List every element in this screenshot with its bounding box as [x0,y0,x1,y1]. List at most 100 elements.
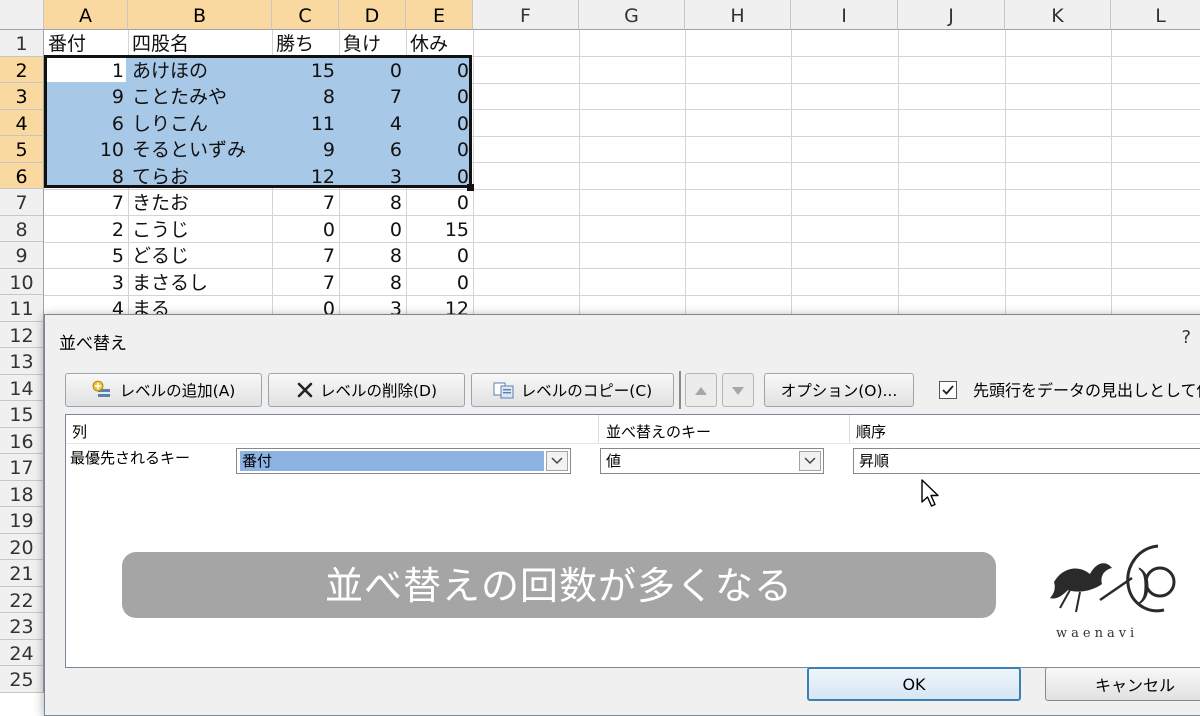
row-header-8[interactable]: 8 [0,215,44,242]
cell-c9[interactable]: 7 [272,242,339,269]
sort-on-select[interactable]: 値 [600,448,824,474]
logo-text: waenavi [1056,626,1139,641]
caption-text: 並べ替えの回数が多くなる [324,564,793,608]
cell-a7[interactable]: 7 [44,189,128,216]
column-header-f[interactable]: F [473,0,579,30]
column-header-e[interactable]: E [406,0,473,30]
row-header-12[interactable]: 12 [0,321,44,348]
row-header-7[interactable]: 7 [0,189,44,216]
column-header-i[interactable]: I [791,0,898,30]
delete-level-label: レベルの削除(D) [319,382,438,400]
row-header-17[interactable]: 17 [0,454,44,481]
row-header-16[interactable]: 16 [0,427,44,454]
row-header-18[interactable]: 18 [0,480,44,507]
header-row-checkbox[interactable] [939,381,957,399]
cell-b9[interactable]: どるじ [128,242,272,269]
row-header-19[interactable]: 19 [0,507,44,534]
cell-d7[interactable]: 8 [339,189,406,216]
cell-e1[interactable]: 休み [406,30,473,57]
cell-d11[interactable]: 3 [339,295,406,314]
row-header-25[interactable]: 25 [0,666,44,693]
cell-a8[interactable]: 2 [44,216,128,243]
cell-e9[interactable]: 0 [406,242,473,269]
row-header-15[interactable]: 15 [0,401,44,428]
row-header-22[interactable]: 22 [0,586,44,613]
column-header-d[interactable]: D [339,0,406,30]
column-header-h[interactable]: H [685,0,791,30]
cell-b8[interactable]: こうじ [128,216,272,243]
svg-text:): ) [1136,562,1152,608]
column-header-g[interactable]: G [579,0,685,30]
cell-b7[interactable]: きたお [128,189,272,216]
cell-c8[interactable]: 0 [272,216,339,243]
add-level-label: レベルの追加(A) [119,382,236,400]
delete-level-button[interactable]: レベルの削除(D) [268,373,465,407]
cell-a9[interactable]: 5 [44,242,128,269]
cancel-button[interactable]: キャンセル [1045,667,1200,701]
row-header-2[interactable]: 2 [0,56,44,83]
fill-handle[interactable] [467,184,474,191]
column-header-k[interactable]: K [1005,0,1111,30]
row-header-14[interactable]: 14 [0,374,44,401]
chevron-down-icon[interactable] [799,451,821,471]
mouse-cursor-icon [920,478,942,514]
sort-dialog[interactable]: 並べ替え ? レベルの追加(A) レベルの削除(D) レベルのコピー(C) オプ… [44,314,1200,716]
row-header-9[interactable]: 9 [0,242,44,269]
column-header-l[interactable]: L [1111,0,1200,30]
move-up-button[interactable] [685,373,717,407]
cell-e10[interactable]: 0 [406,269,473,296]
row-header-5[interactable]: 5 [0,136,44,163]
column-header-b[interactable]: B [128,0,272,30]
row-header-24[interactable]: 24 [0,639,44,666]
cell-e7[interactable]: 0 [406,189,473,216]
order-col-header: 順序 [856,423,887,441]
sort-level-list[interactable]: 列 並べ替えのキー 順序 最優先されるキー 番付 値 昇順 [65,414,1200,668]
move-up-icon [694,381,708,400]
order-select[interactable]: 昇順 [853,448,1200,474]
cell-c11[interactable]: 0 [272,295,339,314]
cell-d10[interactable]: 8 [339,269,406,296]
column-header-a[interactable]: A [44,0,128,30]
options-label: オプション(O)... [780,382,898,400]
options-button[interactable]: オプション(O)... [764,373,914,407]
cell-b10[interactable]: まさるし [128,269,272,296]
cell-d8[interactable]: 0 [339,216,406,243]
add-level-button[interactable]: レベルの追加(A) [65,373,262,407]
row-header-20[interactable]: 20 [0,533,44,560]
row-header-11[interactable]: 11 [0,295,44,322]
sort-column-select[interactable]: 番付 [236,448,571,474]
cell-b1[interactable]: 四股名 [128,30,272,57]
cell-a11[interactable]: 4 [44,295,128,314]
ok-label: OK [902,674,926,694]
cancel-label: キャンセル [1094,676,1175,695]
cell-b11[interactable]: まる [128,295,272,314]
bird-emblem-icon: ) [1050,544,1176,613]
row-header-4[interactable]: 4 [0,109,44,136]
cell-c1[interactable]: 勝ち [272,30,339,57]
cell-a1[interactable]: 番付 [44,30,128,57]
cell-e11[interactable]: 12 [406,295,473,314]
row-header-3[interactable]: 3 [0,83,44,110]
copy-level-label: レベルのコピー(C) [520,382,653,400]
cell-d1[interactable]: 負け [339,30,406,57]
cell-e8[interactable]: 15 [406,216,473,243]
row-header-21[interactable]: 21 [0,560,44,587]
help-button[interactable]: ? [1181,327,1191,348]
header-row-checkbox-label: 先頭行をデータの見出しとして使 [973,381,1200,400]
cell-d9[interactable]: 8 [339,242,406,269]
cell-c7[interactable]: 7 [272,189,339,216]
row-header-6[interactable]: 6 [0,162,44,189]
row-header-23[interactable]: 23 [0,613,44,640]
copy-level-button[interactable]: レベルのコピー(C) [471,373,674,407]
select-all-corner[interactable] [0,0,44,30]
column-header-j[interactable]: J [898,0,1005,30]
column-header-c[interactable]: C [272,0,339,30]
ok-button[interactable]: OK [807,667,1021,701]
move-down-button[interactable] [722,373,754,407]
row-header-13[interactable]: 13 [0,348,44,375]
row-header-1[interactable]: 1 [0,30,44,57]
cell-a10[interactable]: 3 [44,269,128,296]
chevron-down-icon[interactable] [546,451,568,471]
cell-c10[interactable]: 7 [272,269,339,296]
row-header-10[interactable]: 10 [0,268,44,295]
